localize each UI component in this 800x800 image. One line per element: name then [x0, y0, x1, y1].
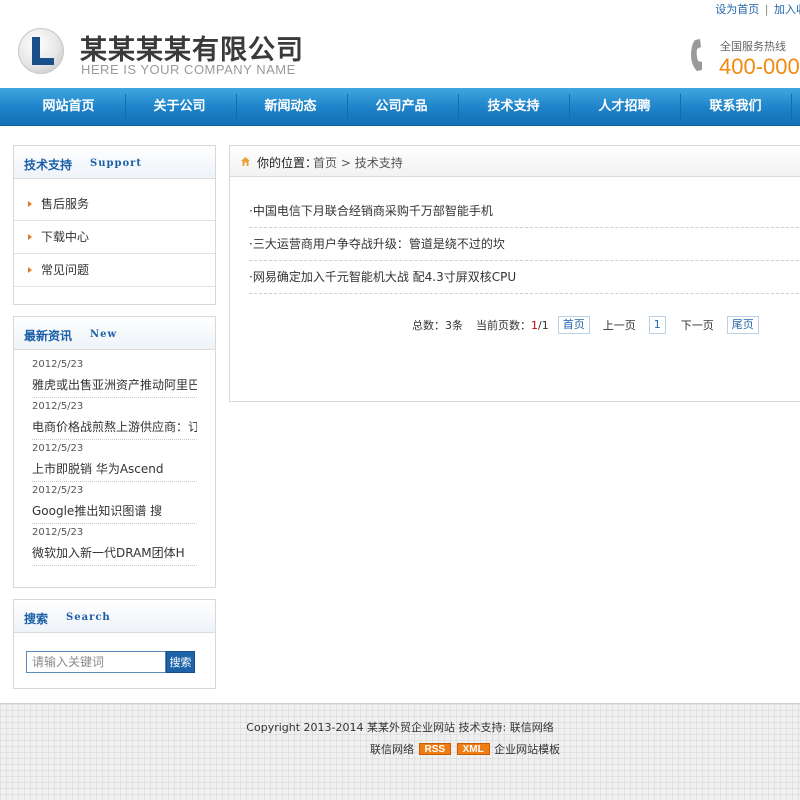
search-button[interactable]: 搜索	[166, 651, 195, 673]
hotline-number: 400-000	[719, 54, 800, 79]
pager-prev-button[interactable]: 上一页	[603, 317, 636, 333]
news-date: 2012/5/23	[32, 359, 84, 370]
breadcrumb-current: 技术支持	[354, 156, 403, 170]
pager-total-pages: /1	[538, 318, 549, 332]
set-homepage-link[interactable]: 设为首页	[715, 3, 759, 16]
news-link[interactable]: 微软加入新一代DRAM团体H	[32, 542, 197, 566]
search-box-title: 搜索	[24, 612, 49, 626]
breadcrumb-path: 首页 > 技术支持	[313, 154, 403, 171]
sidebar-item-after-sales[interactable]: 售后服务	[14, 188, 215, 221]
nav-item-careers[interactable]: 人才招聘	[569, 88, 680, 126]
logo-icon[interactable]	[18, 28, 64, 74]
rss-badge[interactable]: RSS	[418, 743, 452, 755]
nav-separator	[791, 94, 792, 120]
article-link[interactable]: ·网易确定加入千元智能机大战 配4.3寸屏双核CPU	[249, 261, 800, 294]
news-date: 2012/5/23	[32, 527, 84, 538]
footer-copyright: Copyright 2013-2014 某某外贸企业网站 技术支持: 联信网络	[246, 721, 554, 734]
xml-badge[interactable]: XML	[456, 743, 490, 755]
nav-item-about[interactable]: 关于公司	[124, 88, 235, 126]
pager-page-button[interactable]: 1	[648, 316, 666, 334]
sidebar-item-label: 下载中心	[41, 230, 90, 244]
nav-item-home[interactable]: 网站首页	[13, 88, 124, 126]
news-date: 2012/5/23	[32, 443, 84, 454]
hotline-label: 全国服务热线	[720, 40, 786, 53]
sidebar-item-label: 售后服务	[41, 197, 90, 211]
arrow-right-icon	[28, 267, 32, 273]
bookmark-link[interactable]: 加入收藏	[774, 3, 800, 16]
pager-current-page: 1	[531, 318, 538, 332]
pager-total-value: 3条	[445, 319, 463, 332]
support-box-header: 技术支持 Support	[14, 146, 215, 179]
news-date: 2012/5/23	[32, 485, 84, 496]
support-box-title: 技术支持	[24, 158, 73, 172]
article-link[interactable]: ·三大运营商用户争夺战升级：管道是绕不过的坎	[249, 228, 800, 261]
support-box-subtitle: Support	[90, 158, 143, 169]
nav-item-products[interactable]: 公司产品	[346, 88, 457, 126]
phone-icon	[691, 39, 702, 71]
site-footer: Copyright 2013-2014 某某外贸企业网站 技术支持: 联信网络 …	[0, 703, 800, 800]
nav-item-support[interactable]: 技术支持	[458, 88, 569, 126]
search-box-header: 搜索 Search	[14, 600, 215, 633]
pager-next-button[interactable]: 下一页	[681, 317, 714, 333]
article-link[interactable]: ·中国电信下月联合经销商采购千万部智能手机	[249, 195, 800, 228]
company-tagline: HERE IS YOUR COMPANY NAME	[81, 62, 296, 77]
breadcrumb-label: 你的位置：	[257, 156, 318, 170]
search-box-subtitle: Search	[66, 612, 111, 623]
news-box-title: 最新资讯	[24, 329, 73, 343]
top-links: 设为首页 | 加入收藏	[715, 1, 800, 17]
support-list: 售后服务 下载中心 常见问题	[14, 188, 215, 287]
news-box: 最新资讯 New 2012/5/23 雅虎或出售亚洲资产推动阿里巴 2012/5…	[13, 316, 216, 588]
footer-suffix: 企业网站模板	[494, 743, 561, 756]
article-list: ·中国电信下月联合经销商采购千万部智能手机 ·三大运营商用户争夺战升级：管道是绕…	[230, 195, 800, 294]
news-link[interactable]: 上市即脱销 华为Ascend	[32, 458, 197, 482]
news-link[interactable]: 电商价格战煎熬上游供应商：订	[32, 416, 197, 440]
main-nav: 网站首页 关于公司 新闻动态 公司产品 技术支持 人才招聘 联系我们	[0, 88, 800, 126]
home-icon	[241, 157, 250, 166]
arrow-right-icon	[28, 201, 32, 207]
search-form: 请输入关键词 搜索	[26, 651, 195, 673]
search-input[interactable]: 请输入关键词	[26, 651, 166, 673]
pager-first-button[interactable]: 首页	[557, 316, 590, 334]
footer-prefix: 联信网络	[370, 743, 414, 756]
footer-links: 联信网络 RSS XML 企业网站模板	[370, 741, 560, 757]
news-box-header: 最新资讯 New	[14, 317, 215, 350]
news-box-subtitle: New	[90, 329, 118, 340]
pager-current-label: 当前页数：	[476, 319, 531, 332]
nav-item-news[interactable]: 新闻动态	[235, 88, 346, 126]
breadcrumb: 你的位置： 首页 > 技术支持	[230, 146, 800, 177]
arrow-right-icon	[28, 234, 32, 240]
sidebar-item-downloads[interactable]: 下载中心	[14, 221, 215, 254]
support-box: 技术支持 Support 售后服务 下载中心 常见问题	[13, 145, 216, 305]
search-box: 搜索 Search 请输入关键词 搜索	[13, 599, 216, 689]
pagination: 总数：3条 当前页数：1/1 首页 上一页 1 下一页 尾页	[412, 316, 759, 336]
news-date: 2012/5/23	[32, 401, 84, 412]
breadcrumb-home-link[interactable]: 首页	[313, 156, 337, 170]
news-link[interactable]: 雅虎或出售亚洲资产推动阿里巴	[32, 374, 197, 398]
breadcrumb-separator: >	[337, 156, 355, 170]
news-link[interactable]: Google推出知识图谱 搜	[32, 500, 197, 524]
sidebar-item-faq[interactable]: 常见问题	[14, 254, 215, 287]
top-links-separator: |	[764, 3, 769, 16]
site-header: 设为首页 | 加入收藏 某某某某有限公司 HERE IS YOUR COMPAN…	[0, 0, 800, 88]
sidebar-item-label: 常见问题	[41, 263, 90, 277]
nav-item-contact[interactable]: 联系我们	[680, 88, 791, 126]
news-list: 2012/5/23 雅虎或出售亚洲资产推动阿里巴 2012/5/23 电商价格战…	[14, 356, 215, 566]
pager-last-button[interactable]: 尾页	[726, 316, 759, 334]
pager-total-label: 总数：	[412, 319, 445, 332]
content-panel: 你的位置： 首页 > 技术支持 ·中国电信下月联合经销商采购千万部智能手机 ·三…	[229, 145, 800, 402]
